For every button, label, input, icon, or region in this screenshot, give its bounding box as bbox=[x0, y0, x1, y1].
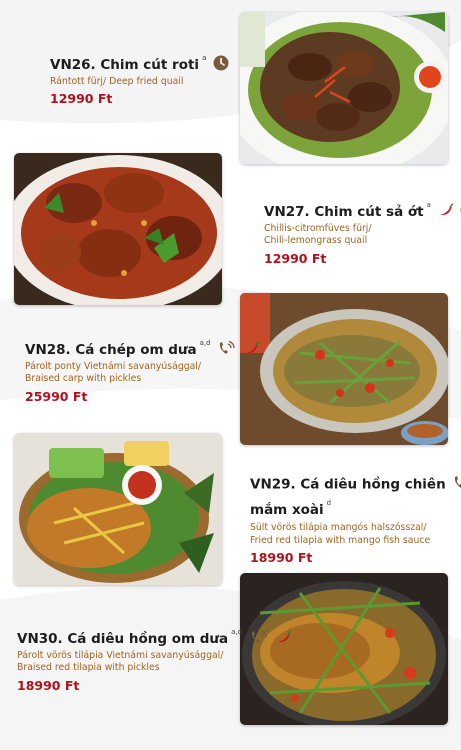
dish-description: Párolt ponty Vietnámi savanyúsággal/ Bra… bbox=[25, 361, 260, 386]
dish-name: VN30. Cá diêu hồng om dưa bbox=[17, 631, 229, 647]
dish-photo-vn28 bbox=[240, 293, 448, 445]
dish-name: VN28. Cá chép om dưa bbox=[25, 342, 197, 358]
description-line: Fried red tilapia with mango fish sauce bbox=[250, 534, 431, 546]
description-line: Sült vörös tilápia mangós halszósszal/ bbox=[250, 522, 427, 533]
description-line: Chillis-citromfüves fürj/ bbox=[264, 222, 372, 234]
dish-title: VN30. Cá diêu hồng om dưa a,d bbox=[17, 624, 292, 650]
dish-title: mắm xoài d bbox=[250, 495, 461, 519]
dish-photo-vn26 bbox=[240, 12, 448, 164]
allergen-codes: a,d bbox=[199, 339, 211, 347]
dish-name: VN29. Cá diêu hồng chiên bbox=[250, 476, 446, 493]
dish-price: 12990 Ft bbox=[50, 91, 113, 106]
dish-name-continued: mắm xoài bbox=[250, 502, 324, 518]
clock-icon bbox=[213, 55, 229, 76]
chili-icon bbox=[244, 340, 260, 360]
description-line: Braised carp with pickles bbox=[25, 373, 142, 384]
dish-price: 18990 Ft bbox=[250, 550, 313, 565]
allergen-codes: a bbox=[426, 201, 431, 209]
dish-photo-vn27 bbox=[14, 153, 222, 305]
description-line: Párolt vörös tilápia Vietnámi savanyúság… bbox=[17, 649, 224, 661]
allergen-codes: a,d bbox=[231, 628, 243, 636]
dish-description: Rántott fürj/ Deep fried quail bbox=[50, 76, 229, 89]
allergen-codes: d bbox=[326, 499, 332, 507]
dish-title: VN27. Chim cút sả ớt a bbox=[264, 197, 461, 223]
chili-icon bbox=[438, 202, 454, 222]
menu-item-vn30: VN30. Cá diêu hồng om dưa a,d Párolt vörö… bbox=[17, 624, 292, 693]
description-line: Braised red tilapia with pickles bbox=[17, 662, 160, 673]
chili-icon bbox=[276, 629, 292, 649]
description-line: Rántott fürj/ Deep fried quail bbox=[50, 75, 184, 87]
menu-item-vn27: VN27. Chim cút sả ớt a Chillis-citromfüve… bbox=[264, 197, 461, 266]
menu-item-vn29: VN29. Cá diêu hồng chiên mắm xoài d Sült … bbox=[250, 474, 461, 565]
phone-icon bbox=[249, 629, 269, 650]
dish-name: VN26. Chim cút roti bbox=[50, 57, 200, 73]
dish-price: 18990 Ft bbox=[17, 677, 80, 693]
dish-title: VN26. Chim cút roti a bbox=[50, 50, 229, 76]
dish-description: Chillis-citromfüves fürj/ Chili-lemongra… bbox=[264, 223, 461, 248]
dish-description: Párolt vörös tilápia Vietnámi savanyúság… bbox=[17, 650, 292, 675]
dish-photo-vn29 bbox=[14, 433, 222, 585]
phone-icon bbox=[452, 474, 461, 495]
description-line: Párolt ponty Vietnámi savanyúsággal/ bbox=[25, 360, 202, 372]
dish-name: VN27. Chim cút sả ớt bbox=[264, 204, 424, 220]
dish-title: VN28. Cá chép om dưa a,d bbox=[25, 335, 260, 361]
description-line: Chili-lemongrass quail bbox=[264, 235, 368, 246]
dish-price: 12990 Ft bbox=[264, 250, 327, 266]
allergen-codes: a bbox=[202, 54, 207, 62]
menu-item-vn28: VN28. Cá chép om dưa a,d Párolt ponty Vie… bbox=[25, 335, 260, 404]
menu-item-vn26: VN26. Chim cút roti a Rántott fürj/ Deep … bbox=[50, 50, 229, 106]
dish-title: VN29. Cá diêu hồng chiên bbox=[250, 474, 461, 495]
phone-icon bbox=[217, 340, 237, 361]
dish-description: Sült vörös tilápia mangós halszósszal/ F… bbox=[250, 522, 461, 547]
dish-price: 25990 Ft bbox=[25, 388, 88, 404]
